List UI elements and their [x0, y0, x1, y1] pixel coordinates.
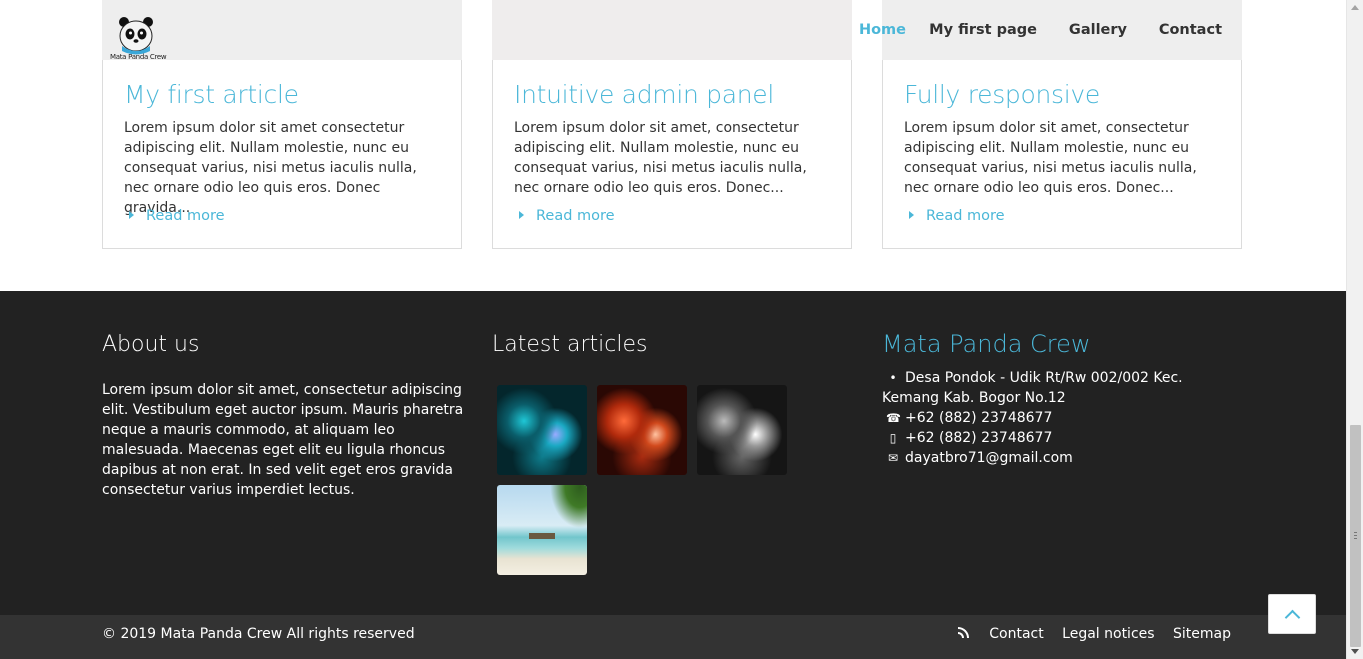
- article-title[interactable]: My first article: [124, 80, 299, 109]
- read-more-label: Read more: [926, 208, 1005, 224]
- about-text: Lorem ipsum dolor sit amet, consectetur …: [102, 382, 464, 498]
- copyright-text: © 2019 Mata Panda Crew All rights reserv…: [102, 626, 415, 642]
- article-title[interactable]: Intuitive admin panel: [514, 80, 774, 109]
- read-more-label: Read more: [536, 208, 615, 224]
- scroll-down-arrow-icon[interactable]: [1351, 649, 1359, 654]
- contact-phone: ☎ +62 (882) 23748677: [886, 410, 1053, 426]
- article-card: Intuitive admin panel Lorem ipsum dolor …: [492, 0, 852, 249]
- scroll-up-arrow-icon[interactable]: [1351, 5, 1359, 10]
- read-more-link[interactable]: Read more: [129, 208, 225, 224]
- latest-article-thumbnail[interactable]: [497, 385, 587, 475]
- envelope-icon: ✉: [887, 451, 899, 465]
- chevron-up-icon: [1284, 609, 1301, 626]
- contact-heading: Mata Panda Crew: [882, 330, 1091, 358]
- page-scrollbar[interactable]: [1346, 0, 1363, 659]
- nav-home[interactable]: Home: [859, 22, 906, 38]
- nav-my-first-page[interactable]: My first page: [929, 22, 1037, 38]
- site-logo[interactable]: Mata Panda Crew: [110, 16, 170, 66]
- about-heading: About us: [102, 332, 200, 357]
- panda-logo-icon: [119, 17, 153, 55]
- footer-links: Contact Legal notices Sitemap: [930, 626, 1231, 642]
- contact-details: • Desa Pondok - Udik Rt/Rw 002/002 Kec. K…: [882, 368, 1232, 468]
- latest-articles-heading: Latest articles: [492, 332, 648, 357]
- logo-text: Mata Panda Crew: [110, 53, 167, 61]
- bottom-bar: © 2019 Mata Panda Crew All rights reserv…: [0, 615, 1346, 659]
- latest-article-thumbnail[interactable]: [597, 385, 687, 475]
- phone-icon: ☎: [886, 411, 901, 425]
- footer-link-legal-notices[interactable]: Legal notices: [1062, 626, 1154, 642]
- caret-right-icon: [519, 211, 524, 219]
- article-excerpt: Lorem ipsum dolor sit amet, consectetur …: [514, 120, 807, 196]
- read-more-link[interactable]: Read more: [519, 208, 615, 224]
- map-marker-icon: •: [889, 371, 897, 385]
- latest-article-thumbnail[interactable]: [497, 485, 587, 575]
- latest-article-thumbnail[interactable]: [697, 385, 787, 475]
- mobile-icon: ▯: [889, 431, 897, 445]
- read-more-label: Read more: [146, 208, 225, 224]
- footer: About us Lorem ipsum dolor sit amet, con…: [0, 291, 1346, 615]
- back-to-top-button[interactable]: [1268, 594, 1316, 634]
- rss-icon: [958, 627, 970, 638]
- article-excerpt: Lorem ipsum dolor sit amet consectetur a…: [124, 120, 417, 216]
- read-more-link[interactable]: Read more: [909, 208, 1005, 224]
- article-excerpt: Lorem ipsum dolor sit amet, consectetur …: [904, 120, 1197, 196]
- nav-contact[interactable]: Contact: [1159, 22, 1222, 38]
- footer-link-contact[interactable]: Contact: [944, 626, 1044, 642]
- caret-right-icon: [909, 211, 914, 219]
- article-image[interactable]: [492, 0, 852, 60]
- contact-address: • Desa Pondok - Udik Rt/Rw 002/002 Kec. K…: [882, 370, 1183, 406]
- footer-link-sitemap[interactable]: Sitemap: [1173, 626, 1231, 642]
- nav-gallery[interactable]: Gallery: [1069, 22, 1127, 38]
- scrollbar-thumb[interactable]: [1350, 425, 1361, 647]
- caret-right-icon: [129, 211, 134, 219]
- contact-email[interactable]: ✉ dayatbro71@gmail.com: [882, 448, 1232, 468]
- contact-mobile: ▯ +62 (882) 23748677: [882, 428, 1232, 448]
- article-title[interactable]: Fully responsive: [904, 80, 1100, 109]
